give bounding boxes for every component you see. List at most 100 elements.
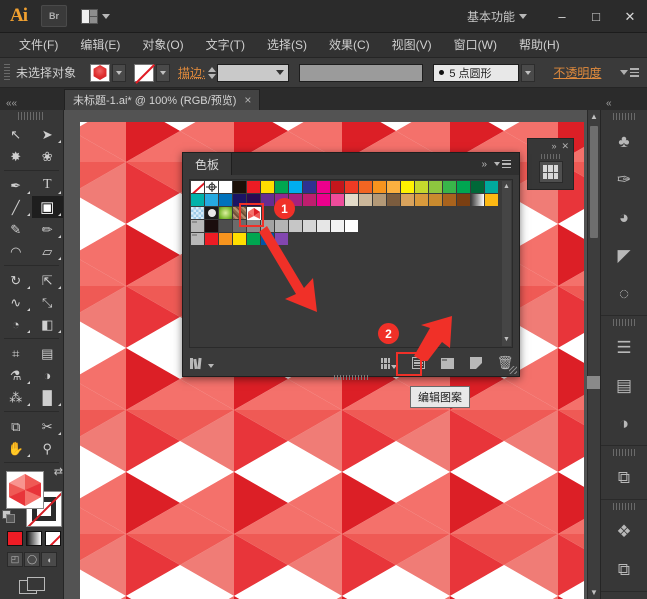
zoom-tool[interactable]: ⚲ [32,437,64,459]
rotate-tool[interactable]: ↻ [0,269,32,291]
brushes-panel-icon[interactable]: ✑ [601,161,647,199]
bridge-icon[interactable]: Br [41,5,67,27]
swatch-cell[interactable] [261,194,275,207]
mesh-tool[interactable]: ⌗ [0,342,32,364]
swatch-cell[interactable] [205,220,219,233]
swatch-gradient-cell[interactable] [471,194,485,207]
swatch-cell[interactable] [261,181,275,194]
default-fill-stroke-icon[interactable] [2,510,13,521]
swatch-cell[interactable] [373,181,387,194]
gradient-button[interactable] [26,531,42,546]
swatch-cell[interactable] [401,194,415,207]
collapsed-swatches-mini-panel[interactable]: » ✕ [527,138,574,190]
draw-inside-button[interactable]: ◖ [41,552,57,567]
mini-panel-close-icon[interactable]: ✕ [561,141,569,152]
eyedropper-tool[interactable]: ⚗ [0,364,32,386]
menu-object[interactable]: 对象(O) [131,33,194,58]
dock-grip-4[interactable] [613,503,635,510]
swatch-color-group-folder[interactable] [191,220,205,233]
transparency-panel-icon[interactable]: ◑ [601,405,647,443]
swatch-libraries-menu-icon[interactable] [189,357,214,370]
mini-panel-grip[interactable] [541,154,560,159]
draw-normal-button[interactable]: ◰ [7,552,23,567]
selection-tool[interactable]: ↖ [0,123,32,145]
swatch-cell[interactable] [485,194,499,207]
tab-close-icon[interactable]: × [244,93,251,107]
perspective-grid-tool[interactable]: ◧ [32,313,64,335]
tools-collapse-icon[interactable]: «« [6,98,17,109]
line-segment-tool[interactable]: ╱ [0,196,32,218]
panel-menu-icon[interactable] [494,160,511,169]
document-tab[interactable]: 未标题-1.ai* @ 100% (RGB/预览) × [64,89,260,110]
swatch-cell[interactable] [233,181,247,194]
swatch-green-leaf-pattern[interactable] [219,207,233,220]
swatch-cell[interactable] [471,181,485,194]
new-swatch-icon[interactable] [468,356,484,371]
column-graph-tool[interactable]: █ [32,386,64,408]
swatch-cell[interactable] [219,194,233,207]
rectangle-tool[interactable]: ▣ [32,196,64,218]
close-button[interactable]: ✕ [613,0,647,33]
minimize-button[interactable]: – [545,0,579,33]
fill-dropdown-button[interactable] [112,64,126,82]
hand-tool[interactable]: ✋ [0,437,32,459]
fill-indicator[interactable] [6,471,44,509]
swatch-cell[interactable] [443,194,457,207]
swatch-cell[interactable] [457,194,471,207]
tab-swatches[interactable]: 色板 [183,153,232,175]
direct-selection-tool[interactable]: ➤ [32,123,64,145]
scale-tool[interactable]: ⇱ [32,269,64,291]
change-screen-mode-button[interactable] [19,577,45,594]
stroke-weight-stepper[interactable] [208,67,216,79]
slice-tool[interactable]: ✂ [32,415,64,437]
swatch-cell[interactable] [331,181,345,194]
none-button[interactable] [45,531,61,546]
scroll-up-icon[interactable]: ▲ [503,183,510,191]
swatches-panel[interactable]: 色板 » [182,152,520,377]
swatch-cell[interactable] [219,233,233,246]
swatch-cell[interactable] [247,181,261,194]
swatch-cell[interactable] [191,194,205,207]
layers-panel-icon[interactable]: ❖ [601,513,647,551]
menu-effect[interactable]: 效果(C) [318,33,381,58]
paintbrush-tool[interactable]: ✎ [0,218,32,240]
artboard-tool[interactable]: ⧉ [0,415,32,437]
swatch-cell[interactable] [443,181,457,194]
swatch-cell[interactable] [359,181,373,194]
free-transform-tool[interactable]: ⤡ [32,291,64,313]
panel-bottom-grip[interactable] [334,375,368,380]
width-tool[interactable]: ∿ [0,291,32,313]
maximize-button[interactable]: □ [579,0,613,33]
menu-window[interactable]: 窗口(W) [443,33,508,58]
dock-grip-2[interactable] [613,319,635,326]
stroke-weight-field[interactable] [217,64,289,82]
swatch-cell[interactable] [275,181,289,194]
fill-color-swatch[interactable] [90,64,110,82]
swatch-cell[interactable] [205,194,219,207]
swatch-cell[interactable] [345,194,359,207]
eraser-tool[interactable]: ▱ [32,240,64,262]
draw-behind-button[interactable]: ◯ [24,552,40,567]
panel-resize-grip[interactable] [509,366,517,374]
swatch-cell[interactable] [429,181,443,194]
menu-view[interactable]: 视图(V) [381,33,443,58]
layers2-panel-icon[interactable]: ⧉ [601,551,647,589]
swatch-registration[interactable] [205,181,219,194]
swatch-cell[interactable] [373,194,387,207]
menu-file[interactable]: 文件(F) [8,33,69,58]
workspace-switcher[interactable]: 基本功能 [467,8,527,25]
panel-collapse-icon[interactable]: » [481,159,486,170]
blend-tool[interactable]: ◑ [32,364,64,386]
swatch-cell[interactable] [219,181,233,194]
swatch-cell[interactable] [219,220,233,233]
swatch-cell[interactable] [387,194,401,207]
gradient2-panel-icon[interactable]: ▤ [601,367,647,405]
swatch-cell[interactable] [345,181,359,194]
menu-select[interactable]: 选择(S) [256,33,318,58]
scroll-down-icon[interactable]: ▼ [588,586,600,599]
dock-grip-1[interactable] [613,113,635,120]
scroll-up-icon[interactable]: ▲ [588,110,600,123]
canvas-resize-handle[interactable] [587,376,600,389]
pen-tool[interactable]: ✒ [0,174,32,196]
swatch-cell[interactable] [415,181,429,194]
